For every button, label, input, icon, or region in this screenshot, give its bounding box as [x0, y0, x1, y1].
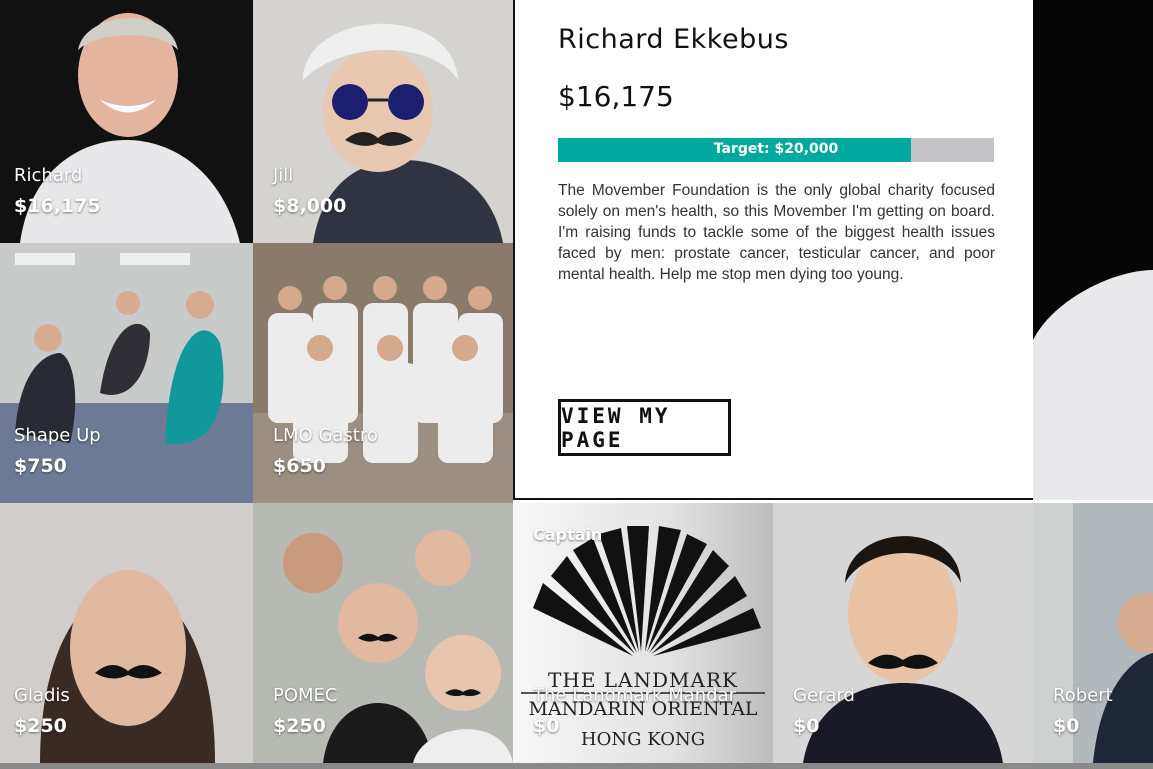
- progress-bar: Target: $20,000: [558, 138, 994, 162]
- participant-amount: $250: [14, 715, 67, 737]
- participant-amount: $0: [533, 715, 560, 737]
- participant-tile-landmark-mandarin[interactable]: THE LANDMARK MANDARIN ORIENTAL HONG KONG…: [513, 503, 773, 763]
- participant-photo: [1033, 0, 1153, 500]
- participant-name: Jill: [273, 165, 294, 186]
- participant-name: Gerard: [793, 685, 855, 706]
- participant-name: Shape Up: [14, 425, 101, 446]
- participant-description: The Movember Foundation is the only glob…: [558, 182, 995, 283]
- participant-amount: $250: [273, 715, 326, 737]
- participant-tile-shape-up[interactable]: Shape Up $750: [0, 243, 253, 503]
- participant-amount: $750: [14, 455, 67, 477]
- participant-amount: $8,000: [273, 195, 347, 217]
- participant-tile-partial[interactable]: [1033, 0, 1153, 500]
- participant-detail-panel: Richard Ekkebus $16,175 Target: $20,000 …: [513, 0, 1033, 500]
- participant-photo: [1033, 503, 1153, 763]
- participant-name: POMEC: [273, 685, 338, 706]
- participant-tile-gerard[interactable]: Gerard $0: [773, 503, 1033, 763]
- participant-tile-gladis[interactable]: Gladis $250: [0, 503, 253, 763]
- participant-tile-richard[interactable]: Richard $16,175: [0, 0, 253, 243]
- target-label: Target: $20,000: [713, 141, 839, 157]
- participant-amount: $0: [793, 715, 820, 737]
- participant-amount: $16,175: [14, 195, 101, 217]
- captain-badge: Captain: [533, 525, 603, 544]
- participant-name: Richard: [14, 165, 83, 186]
- participant-tile-pomec[interactable]: POMEC $250: [253, 503, 513, 763]
- participant-tile-jill[interactable]: Jill $8,000: [253, 0, 513, 243]
- next-row-strip: [0, 763, 1153, 769]
- participant-name: LMO Gastro: [273, 425, 378, 446]
- participant-tile-lmo-gastro[interactable]: LMO Gastro $650: [253, 243, 513, 503]
- participant-name: Gladis: [14, 685, 70, 706]
- logo-text-line3: HONG KONG: [581, 729, 705, 750]
- amount-raised: $16,175: [558, 80, 674, 113]
- view-my-page-button[interactable]: VIEW MY PAGE: [558, 399, 731, 456]
- participant-tile-robert[interactable]: Robert $0: [1033, 503, 1153, 763]
- participant-amount: $0: [1053, 715, 1080, 737]
- participant-name: The Landmark Mandar: [533, 685, 737, 706]
- participant-name: Robert: [1053, 685, 1113, 706]
- participant-detail-name: Richard Ekkebus: [558, 24, 789, 55]
- participant-amount: $650: [273, 455, 326, 477]
